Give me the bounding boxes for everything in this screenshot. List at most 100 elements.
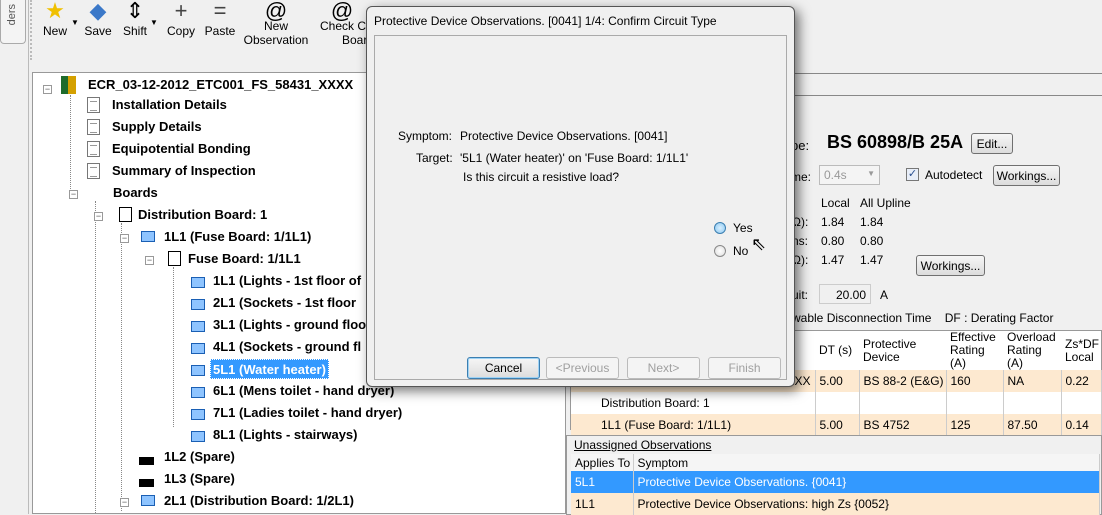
save-icon: ◆: [89, 0, 107, 23]
circuit-icon: [191, 431, 205, 442]
tree-item-supply[interactable]: Supply Details: [112, 117, 202, 137]
grid-header[interactable]: Protective Device: [859, 331, 946, 370]
grid-cell: 0.14: [1061, 414, 1102, 436]
save-button[interactable]: ◆ Save: [82, 0, 114, 38]
tree-item-circuit[interactable]: 3L1 (Lights - ground floo: [213, 315, 366, 335]
no-radio[interactable]: [714, 245, 726, 257]
observation-row[interactable]: 1L1 Protective Device Observations: high …: [571, 493, 1100, 515]
yes-radio[interactable]: [714, 222, 726, 234]
grid-cell: 87.50: [1003, 414, 1062, 436]
tree-item-bonding[interactable]: Equipotential Bonding: [112, 139, 251, 159]
autodetect-checkbox[interactable]: ✓: [906, 168, 919, 181]
collapse-icon[interactable]: −: [145, 256, 154, 265]
workings-button-2[interactable]: Workings...: [916, 255, 985, 276]
report-icon: [61, 76, 68, 94]
grid-header[interactable]: Effective Rating (A): [946, 331, 1003, 370]
distribution-board-icon: [119, 207, 132, 222]
circuit-icon: [191, 343, 205, 354]
copy-button[interactable]: + Copy: [164, 0, 198, 38]
disconnection-time-select[interactable]: 0.4s ▼: [819, 165, 880, 185]
tree-item-circuit[interactable]: 2L1 (Sockets - 1st floor: [213, 293, 356, 313]
cancel-button[interactable]: Cancel: [467, 357, 540, 379]
tree-item-circuit[interactable]: 7L1 (Ladies toilet - hand dryer): [213, 403, 402, 423]
circuit-icon: [191, 299, 205, 310]
obs-cell: Protective Device Observations. {0041}: [633, 471, 1100, 493]
grid-cell: 0.22: [1061, 370, 1102, 392]
grid-cell: 160: [946, 370, 1004, 392]
tree-item-1l3[interactable]: 1L3 (Spare): [164, 469, 235, 489]
confirm-circuit-dialog: Protective Device Observations. [0041] 1…: [366, 6, 795, 387]
toolbar-grip: [30, 0, 32, 60]
equals-icon: =: [213, 0, 227, 23]
paste-button[interactable]: = Paste: [203, 0, 237, 38]
mouse-cursor-icon: ⇖: [751, 234, 767, 254]
workings-button[interactable]: Workings...: [993, 165, 1060, 186]
shift-icon: ⇕: [125, 0, 145, 23]
star-icon: ★: [45, 0, 65, 23]
shift-button[interactable]: ⇕ Shift: [118, 0, 152, 38]
tree-item-circuit[interactable]: 8L1 (Lights - stairways): [213, 425, 357, 445]
grid-cell: 5.00: [815, 370, 860, 392]
document-icon: [87, 163, 100, 179]
grid-row[interactable]: 1L1 (Fuse Board: 1/1L1) 5.00 BS 4752 125 87.…: [571, 414, 1102, 436]
tree-item-fuse-board[interactable]: Fuse Board: 1/1L1: [188, 249, 301, 269]
obs-cell: 1L1: [571, 493, 634, 515]
grid-row[interactable]: Distribution Board: 1: [571, 392, 1102, 414]
tree-item-circuit[interactable]: 4L1 (Sockets - ground fl: [213, 337, 361, 357]
tree-root[interactable]: ECR_03-12-2012_ETC001_FS_58431_XXXX: [88, 75, 353, 95]
collapse-icon[interactable]: −: [69, 190, 78, 199]
tree-item-summary[interactable]: Summary of Inspection: [112, 161, 256, 181]
obs-header[interactable]: Applies To: [571, 454, 634, 471]
obs-header[interactable]: Symptom: [633, 454, 1100, 471]
spare-icon: [139, 457, 154, 465]
limit-field[interactable]: 20.00: [819, 284, 871, 304]
grid-cell: [859, 392, 947, 414]
grid-cell: 125: [946, 414, 1004, 436]
tree-item-installation[interactable]: Installation Details: [112, 95, 227, 115]
new-dropdown-icon[interactable]: ▼: [71, 18, 79, 27]
tree-item-circuit[interactable]: 5L1 (Water heater): [210, 359, 329, 379]
tree-item-circuit[interactable]: 1L1 (Lights - 1st floor of: [213, 271, 361, 291]
circuit-icon: [191, 409, 205, 420]
circuit-icon: [191, 365, 205, 376]
collapse-icon[interactable]: −: [120, 498, 129, 507]
document-icon: [87, 97, 100, 113]
grid-cell: 5.00: [815, 414, 860, 436]
distribution-board-icon: [168, 251, 181, 266]
check-board-button[interactable]: @ Check C Boar: [316, 0, 368, 47]
tree-item-db1[interactable]: Distribution Board: 1: [138, 205, 267, 225]
plus-icon: +: [174, 0, 188, 23]
tree-item-2l1[interactable]: 2L1 (Distribution Board: 1/2L1): [164, 491, 354, 511]
grid-header[interactable]: Zs*DF Local: [1061, 331, 1101, 370]
document-icon: [87, 119, 100, 135]
spare-icon: [139, 479, 154, 487]
collapse-icon[interactable]: −: [94, 212, 103, 221]
grid-cell: BS 88-2 (E&G): [859, 370, 947, 392]
collapse-icon[interactable]: −: [43, 85, 52, 94]
edit-button[interactable]: Edit...: [971, 133, 1013, 154]
circuit-icon: [191, 387, 205, 398]
next-button[interactable]: Next>: [627, 357, 700, 379]
legend-text: wable Disconnection Time DF : Derating F…: [792, 311, 1054, 325]
observation-row[interactable]: 5L1 Protective Device Observations. {0041…: [571, 471, 1100, 493]
finish-button[interactable]: Finish: [708, 357, 781, 379]
grid-cell: Distribution Board: 1: [571, 392, 816, 414]
grid-header[interactable]: DT (s): [815, 331, 859, 370]
tree-item-boards[interactable]: Boards: [113, 183, 158, 203]
grid-cell: NA: [1003, 370, 1062, 392]
question-text: Is this circuit a resistive load?: [463, 170, 620, 184]
tree-item-1l1[interactable]: 1L1 (Fuse Board: 1/1L1): [164, 227, 311, 247]
collapse-icon[interactable]: −: [120, 234, 129, 243]
shift-dropdown-icon[interactable]: ▼: [150, 18, 158, 27]
side-tab[interactable]: ders: [0, 0, 26, 44]
circuit-icon: [141, 495, 155, 506]
obs-cell: Protective Device Observations: high Zs …: [633, 493, 1100, 515]
dialog-title: Protective Device Observations. [0041] 1…: [374, 14, 717, 28]
grid-cell: BS 4752: [859, 414, 947, 436]
previous-button[interactable]: <Previous: [546, 357, 619, 379]
new-button[interactable]: ★ New: [38, 0, 72, 38]
tree-item-1l2[interactable]: 1L2 (Spare): [164, 447, 235, 467]
circuit-icon: [191, 277, 205, 288]
grid-header[interactable]: Overload Rating (A): [1003, 331, 1061, 370]
new-observation-button[interactable]: @ New Observation: [240, 0, 312, 47]
